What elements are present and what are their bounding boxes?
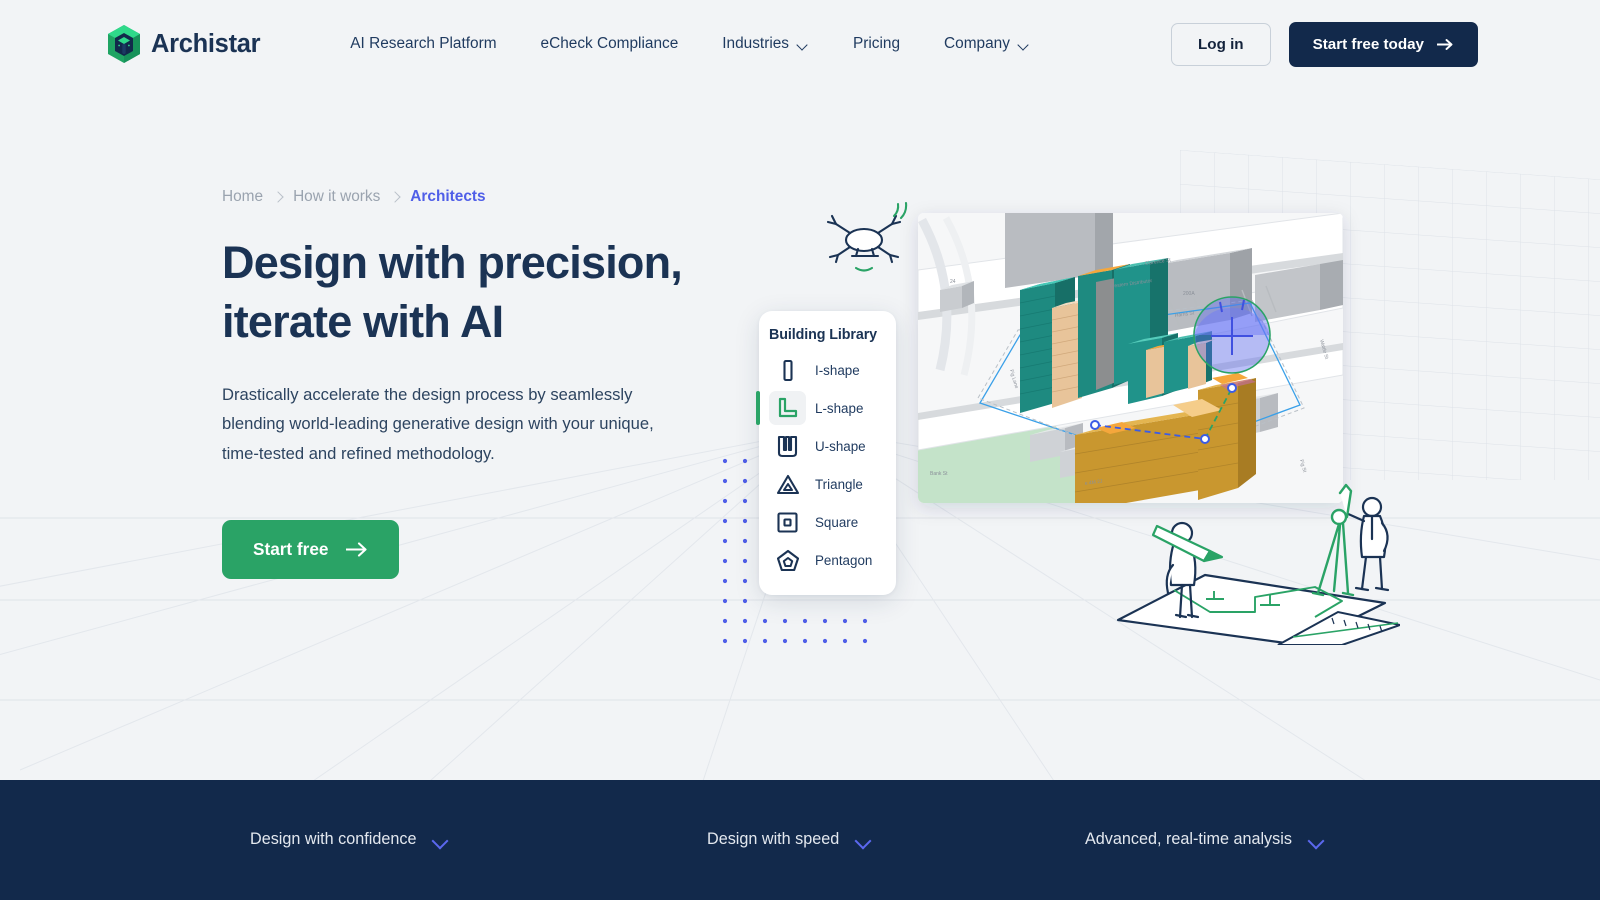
top-navigation-bar: Archistar AI Research Platform eCheck Co… [0,0,1600,88]
accordion-label: Design with confidence [250,830,417,848]
chevron-down-icon [798,41,809,48]
start-free-label: Start free [253,539,329,560]
start-free-today-button[interactable]: Start free today [1288,21,1478,67]
library-item-label: Triangle [815,476,863,492]
selection-gizmo-icon [1193,296,1271,374]
library-item-l-shape[interactable]: L-shape [756,389,896,427]
breadcrumb-item-architects: Architects [410,188,486,205]
library-item-label: Pentagon [815,552,873,568]
brand-name: Archistar [151,29,261,58]
library-item-label: I-shape [815,362,860,378]
page-title: Design with precision, iterate with AI [222,233,692,352]
parcel-label: 200A [1183,291,1195,297]
archistar-hexagon-logo-icon [108,25,140,63]
drone-icon [826,201,908,272]
chevron-down-icon [1019,41,1030,48]
brand-logo[interactable]: Archistar [106,24,261,64]
breadcrumb-item-how-it-works[interactable]: How it works [293,188,380,206]
tripod-icon [1311,483,1355,597]
nav-link-industries[interactable]: Industries [700,29,831,59]
triangle-icon [769,467,806,501]
nav-link-label: Company [944,35,1010,52]
hero-section: Home How it works Architects Design with… [222,188,692,580]
library-item-pentagon[interactable]: Pentagon [759,541,896,579]
pentagon-icon [769,543,806,577]
surveyor-with-tripod-icon [1344,496,1390,592]
nav-link-ai-research-platform[interactable]: AI Research Platform [328,29,518,59]
accordion-label: Advanced, real-time analysis [1085,830,1292,848]
breadcrumb-item-home[interactable]: Home [222,188,263,206]
nav-actions: Log in Start free today [1171,21,1478,67]
accordion-advanced-real-time-analysis[interactable]: Advanced, real-time analysis [1085,830,1324,849]
nav-link-label: eCheck Compliance [540,35,679,52]
start-free-button[interactable]: Start free [222,520,400,580]
chevron-down-icon [432,835,448,845]
bottom-accordion-bar: Design with confidence Design with speed… [0,780,1600,900]
start-free-today-label: Start free today [1312,35,1424,53]
library-item-label: L-shape [815,400,864,416]
building-library-title: Building Library [769,327,878,343]
chevron-right-icon [272,191,284,203]
library-item-triangle[interactable]: Triangle [759,465,896,503]
chevron-right-icon [389,191,401,203]
surveyors-illustration [1116,483,1400,645]
login-button[interactable]: Log in [1171,22,1271,66]
chevron-down-icon [855,835,871,845]
accordion-design-with-confidence[interactable]: Design with confidence [250,830,448,849]
parcel-label: 24 [950,279,956,285]
street-label: Bank St [930,471,948,477]
nav-link-pricing[interactable]: Pricing [831,29,922,59]
nav-link-echeck-compliance[interactable]: eCheck Compliance [519,29,701,59]
library-item-u-shape[interactable]: U-shape [759,427,896,465]
nav-links: AI Research Platform eCheck Compliance I… [328,29,1052,59]
nav-link-label: Pricing [853,35,901,52]
nav-link-label: Industries [722,35,789,52]
library-item-label: U-shape [815,438,866,454]
page-root: Archistar AI Research Platform eCheck Co… [0,0,1600,900]
chevron-down-icon [1308,835,1324,845]
square-icon [769,505,806,539]
arrow-right-icon [1437,38,1453,50]
library-item-i-shape[interactable]: I-shape [759,351,896,389]
building-library-panel: Building Library I-shape L-shape U-shape [756,311,896,595]
arrow-right-icon [346,542,368,557]
hero-subcopy: Drastically accelerate the design proces… [222,384,654,463]
accordion-design-with-speed[interactable]: Design with speed [707,830,871,849]
breadcrumb: Home How it works Architects [222,188,692,206]
library-item-square[interactable]: Square [759,503,896,541]
nav-link-company[interactable]: Company [922,29,1052,59]
headline-line-2: iterate with AI [222,296,504,348]
u-shape-icon [769,429,806,463]
i-shape-icon [769,353,806,387]
l-shape-icon [769,391,806,425]
nav-link-label: AI Research Platform [350,35,497,52]
blueprint-plan-icon [1116,573,1400,645]
library-item-label: Square [815,514,859,530]
accordion-label: Design with speed [707,830,840,848]
headline-line-1: Design with precision, [222,237,683,288]
